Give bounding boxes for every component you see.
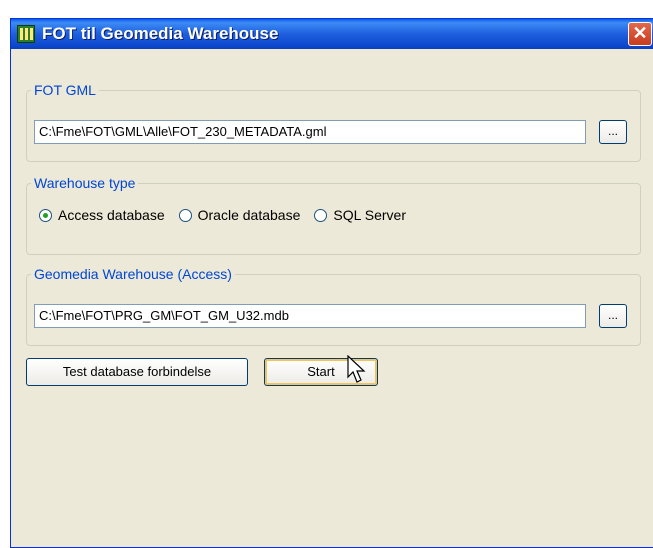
window-title: FOT til Geomedia Warehouse: [42, 24, 279, 43]
warehouse-type-legend: Warehouse type: [34, 175, 136, 191]
radio-access-label[interactable]: Access database: [58, 207, 165, 223]
radio-oracle-label[interactable]: Oracle database: [198, 207, 301, 223]
fot-gml-path-input[interactable]: C:\Fme\FOT\GML\Alle\FOT_230_METADATA.gml: [34, 120, 586, 144]
radio-oracle[interactable]: [178, 208, 192, 222]
main-window: FOT til Geomedia Warehouse ✕ FOT GML C:\…: [10, 18, 653, 548]
geomedia-path-input[interactable]: C:\Fme\FOT\PRG_GM\FOT_GM_U32.mdb: [34, 304, 586, 328]
app-icon: [17, 25, 35, 43]
radio-sql-server-label[interactable]: SQL Server: [333, 207, 406, 223]
mouse-cursor-icon: [347, 355, 366, 383]
geomedia-warehouse-group: Geomedia Warehouse (Access) C:\Fme\FOT\P…: [26, 266, 641, 346]
fot-gml-browse-button[interactable]: ...: [599, 120, 627, 144]
geomedia-browse-button[interactable]: ...: [599, 304, 627, 328]
title-bar[interactable]: FOT til Geomedia Warehouse ✕: [11, 19, 653, 49]
radio-sql-server[interactable]: [314, 208, 328, 222]
radio-access[interactable]: [39, 208, 52, 222]
close-button[interactable]: ✕: [628, 22, 652, 46]
fot-gml-legend: FOT GML: [34, 82, 96, 98]
warehouse-type-group: Warehouse type Access database Oracle da…: [26, 175, 641, 255]
geomedia-warehouse-legend: Geomedia Warehouse (Access): [34, 266, 232, 282]
test-connection-button[interactable]: Test database forbindelse: [26, 358, 248, 386]
fot-gml-group: FOT GML C:\Fme\FOT\GML\Alle\FOT_230_META…: [26, 82, 641, 162]
